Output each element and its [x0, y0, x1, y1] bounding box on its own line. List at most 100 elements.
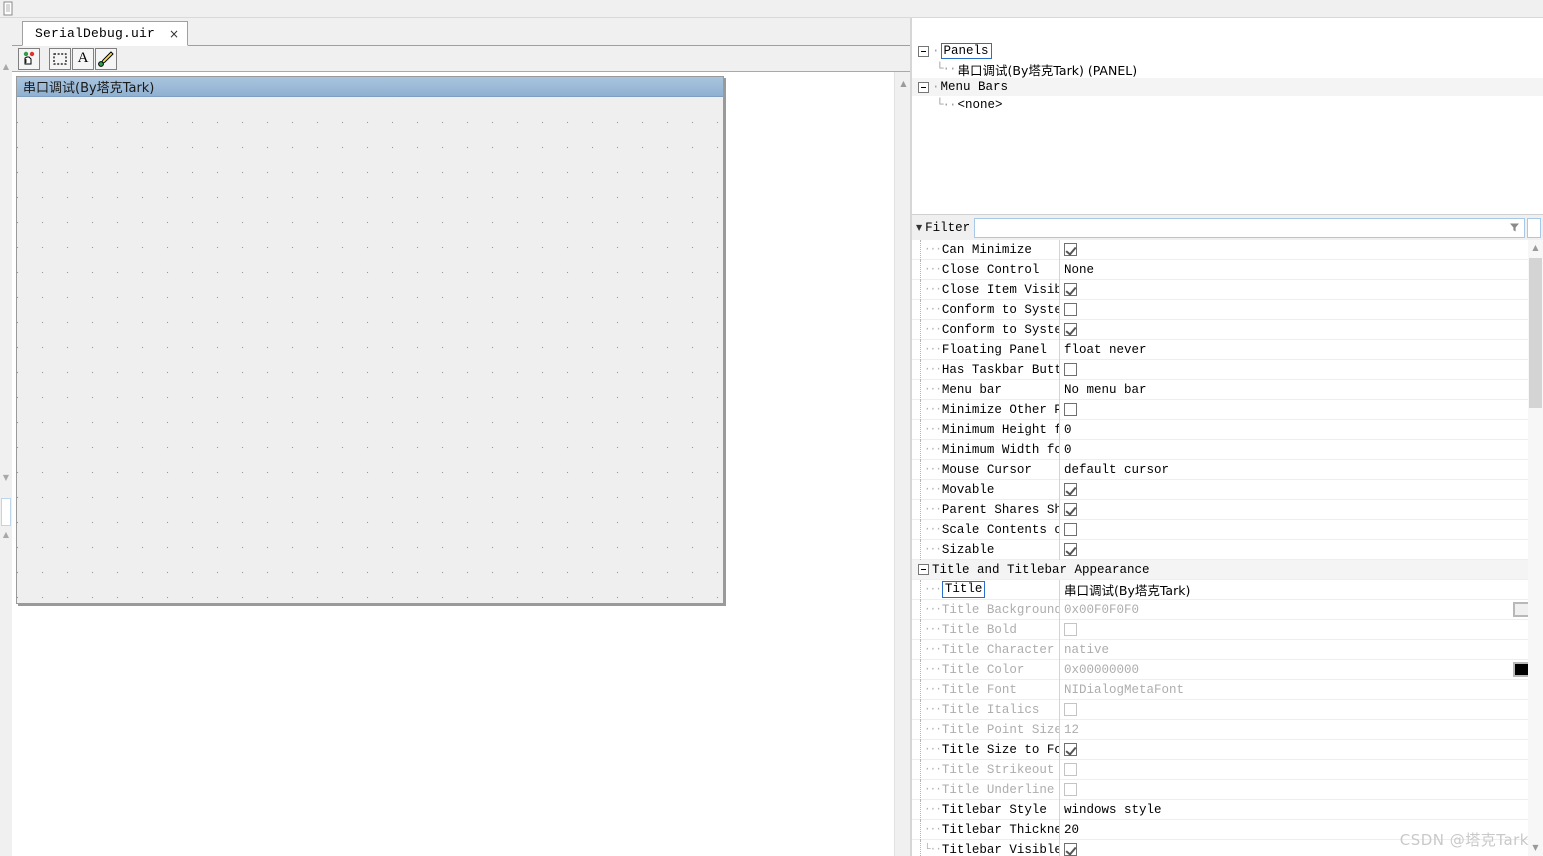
property-row[interactable]: ··· Close Control None — [912, 259, 1543, 280]
property-name-cell[interactable]: ···Minimum Height for Scaling — [912, 419, 1060, 440]
property-name-cell[interactable]: ··· Title Underline — [912, 779, 1060, 800]
expander-minus-icon[interactable] — [918, 81, 929, 93]
property-row[interactable]: ···Title Background Color 0x00F0F0F0 — [912, 599, 1543, 620]
funnel-icon[interactable] — [1509, 222, 1520, 233]
property-row[interactable]: ···Minimum Height for Scaling 0 — [912, 419, 1543, 440]
filter-extra-button[interactable] — [1527, 217, 1541, 238]
property-value-cell[interactable] — [1060, 500, 1543, 520]
property-name-cell[interactable]: ··· Title Point Size — [912, 719, 1060, 740]
filter-label-group[interactable]: ▼ Filter — [914, 221, 974, 235]
property-row[interactable]: ···Conform to System Theme — [912, 319, 1543, 340]
checkbox[interactable] — [1064, 843, 1077, 856]
select-tool-button[interactable] — [49, 47, 71, 70]
scrollbar-thumb[interactable] — [1529, 258, 1542, 408]
property-row[interactable]: ··· Title Italics — [912, 699, 1543, 720]
property-value-cell[interactable] — [1060, 740, 1543, 760]
checkbox[interactable] — [1064, 783, 1077, 796]
property-value-cell[interactable] — [1060, 280, 1543, 300]
property-name-cell[interactable]: ··· Title Font — [912, 679, 1060, 700]
property-row[interactable]: ··· Title Font NIDialogMetaFont — [912, 679, 1543, 700]
property-name-cell[interactable]: ··· Movable — [912, 479, 1060, 500]
property-value-cell[interactable]: NIDialogMetaFont — [1060, 680, 1543, 700]
property-row[interactable]: ···Close Item Visible — [912, 279, 1543, 300]
property-name-cell[interactable]: ··· Titlebar Style — [912, 799, 1060, 820]
tab-serialdebug-uir[interactable]: SerialDebug.uir × — [22, 21, 189, 46]
property-name-cell[interactable]: ···Title Character Set — [912, 639, 1060, 660]
property-value-cell[interactable]: 串口调试(By塔克Tark) — [1060, 580, 1543, 600]
property-value-cell[interactable]: 0x00000000 — [1060, 660, 1543, 680]
property-row[interactable]: ··· Title 串口调试(By塔克Tark) — [912, 579, 1543, 600]
property-value-cell[interactable] — [1060, 320, 1543, 340]
project-tree[interactable]: · Panels └·· 串口调试(By塔克Tark) (PANEL) · Me… — [912, 42, 1543, 222]
property-name-cell[interactable]: ··· Close Control — [912, 259, 1060, 280]
property-value-cell[interactable] — [1060, 360, 1543, 380]
property-row[interactable]: ··· Menu bar No menu bar — [912, 379, 1543, 400]
property-name-cell[interactable]: ··· Sizable — [912, 539, 1060, 560]
property-value-cell[interactable] — [1060, 780, 1543, 800]
property-name-cell[interactable]: ··· Mouse Cursor — [912, 459, 1060, 480]
property-name-cell[interactable]: ··· Title — [912, 579, 1060, 600]
design-panel-titlebar[interactable]: 串口调试(By塔克Tark) — [17, 77, 723, 97]
property-name-cell[interactable]: ···Title Size to Font — [912, 739, 1060, 760]
property-value-cell[interactable]: default cursor — [1060, 460, 1543, 480]
checkbox[interactable] — [1064, 703, 1077, 716]
checkbox[interactable] — [1064, 483, 1077, 496]
property-name-cell[interactable]: └·· Titlebar Visible — [912, 839, 1060, 856]
property-value-cell[interactable] — [1060, 300, 1543, 320]
checkbox[interactable] — [1064, 763, 1077, 776]
property-row[interactable]: ··· Title Color 0x00000000 — [912, 659, 1543, 680]
property-value-cell[interactable]: 0 — [1060, 440, 1543, 460]
design-panel-grid[interactable] — [17, 98, 723, 603]
checkbox[interactable] — [1064, 743, 1077, 756]
checkbox[interactable] — [1064, 363, 1077, 376]
checkbox[interactable] — [1064, 283, 1077, 296]
property-row[interactable]: ··· Sizable — [912, 539, 1543, 560]
property-name-cell[interactable]: ···Has Taskbar Button — [912, 359, 1060, 380]
property-value-cell[interactable] — [1060, 700, 1543, 720]
property-name-cell[interactable]: ··· Menu bar — [912, 379, 1060, 400]
property-row[interactable]: ···Minimum Width for Scaling 0 — [912, 439, 1543, 460]
checkbox[interactable] — [1064, 323, 1077, 336]
property-row[interactable]: ···Parent Shares Shortcut — [912, 499, 1543, 520]
property-value-cell[interactable]: float never — [1060, 340, 1543, 360]
property-name-cell[interactable]: ···Conform to System Theme — [912, 319, 1060, 340]
property-grid-scrollbar[interactable]: ▲ ▼ — [1528, 240, 1543, 856]
property-name-cell[interactable]: ···Scale Contents on Resize — [912, 519, 1060, 540]
design-panel[interactable]: 串口调试(By塔克Tark) — [16, 76, 724, 604]
tree-row[interactable]: · Menu Bars — [912, 78, 1543, 96]
checkbox[interactable] — [1064, 403, 1077, 416]
property-name-cell[interactable]: ···Close Item Visible — [912, 279, 1060, 300]
chevron-down-icon[interactable]: ▼ — [916, 223, 922, 232]
property-name-cell[interactable]: ···Minimum Width for Scaling — [912, 439, 1060, 460]
tree-row[interactable]: └·· <none> — [912, 96, 1543, 114]
property-name-cell[interactable]: ··· Title Strikeout — [912, 759, 1060, 780]
property-name-cell[interactable]: ···Conform to System Colors — [912, 299, 1060, 320]
property-grid[interactable]: ··· Can Minimize ··· Close Control None ··· Cl… — [912, 240, 1543, 856]
scroll-down-icon[interactable]: ▼ — [1528, 840, 1543, 856]
property-row[interactable]: ···Scale Contents on Resize — [912, 519, 1543, 540]
property-row[interactable]: ··· Mouse Cursor default cursor — [912, 459, 1543, 480]
property-row[interactable]: Title and Titlebar Appearance — [912, 560, 1543, 580]
rail-handle[interactable] — [1, 498, 11, 526]
property-value-cell[interactable] — [1060, 480, 1543, 500]
checkbox[interactable] — [1064, 523, 1077, 536]
checkbox[interactable] — [1064, 303, 1077, 316]
property-value-cell[interactable]: 0x00F0F0F0 — [1060, 600, 1543, 620]
property-name-cell[interactable]: ··· Title Italics — [912, 699, 1060, 720]
panel-designer-canvas[interactable]: 串口调试(By塔克Tark) — [12, 72, 896, 856]
property-value-cell[interactable]: 12 — [1060, 720, 1543, 740]
property-row[interactable]: ··· Title Underline — [912, 779, 1543, 800]
property-value-cell[interactable] — [1060, 540, 1543, 560]
property-name-cell[interactable]: ··· Title Bold — [912, 619, 1060, 640]
filter-input[interactable] — [977, 219, 1509, 236]
property-value-cell[interactable] — [1060, 760, 1543, 780]
rail-scroll-up-icon[interactable]: ▲ — [1, 530, 11, 540]
property-value-cell[interactable] — [1060, 240, 1543, 260]
property-value-cell[interactable] — [1060, 620, 1543, 640]
property-value-cell[interactable]: native — [1060, 640, 1543, 660]
color-tool-button[interactable] — [95, 47, 117, 70]
property-row[interactable]: ··· Title Strikeout — [912, 759, 1543, 780]
operate-tool-button[interactable] — [18, 47, 40, 70]
filter-input-wrap[interactable] — [974, 217, 1525, 238]
checkbox[interactable] — [1064, 503, 1077, 516]
